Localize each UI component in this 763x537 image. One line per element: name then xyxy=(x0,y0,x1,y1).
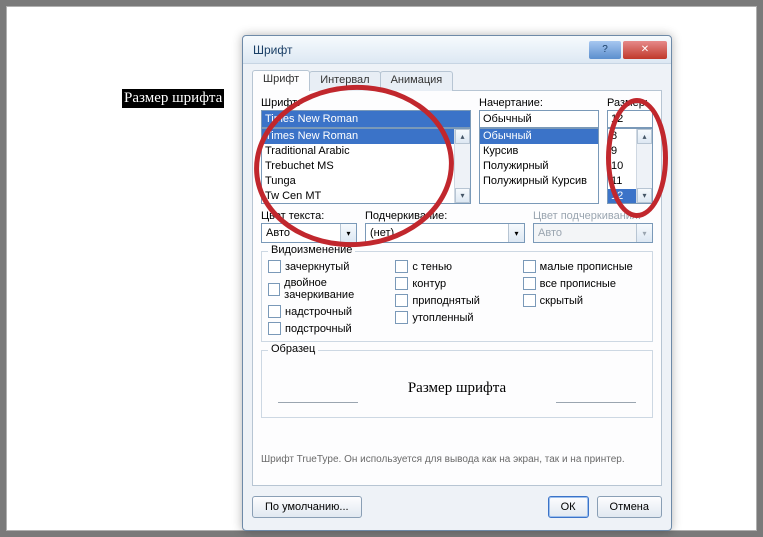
font-option[interactable]: Tunga xyxy=(262,174,454,189)
close-button[interactable]: ✕ xyxy=(623,41,667,59)
size-label: Размер: xyxy=(607,97,653,109)
font-panel: Шрифт: Times New Roman Traditional Arabi… xyxy=(252,91,662,486)
color-combo[interactable]: Авто ▾ xyxy=(261,223,357,243)
sample-preview: Размер шрифта xyxy=(272,361,642,415)
style-label: Начертание: xyxy=(479,97,599,109)
scroll-down-icon[interactable]: ▾ xyxy=(637,188,652,203)
chk-shadow[interactable]: с тенью xyxy=(395,260,518,273)
effects-legend: Видоизменение xyxy=(268,244,355,256)
sample-legend: Образец xyxy=(268,343,318,355)
effects-group: Видоизменение зачеркнутый двойное зачерк… xyxy=(261,251,653,342)
font-option[interactable]: Traditional Arabic xyxy=(262,144,454,159)
chk-hidden[interactable]: скрытый xyxy=(523,294,646,307)
tab-strip: Шрифт Интервал Анимация xyxy=(252,70,662,91)
font-input[interactable] xyxy=(261,110,471,128)
default-button[interactable]: По умолчанию... xyxy=(252,496,362,518)
color-label: Цвет текста: xyxy=(261,210,357,222)
style-option[interactable]: Обычный xyxy=(480,129,598,144)
cancel-button[interactable]: Отмена xyxy=(597,496,662,518)
style-option[interactable]: Курсив xyxy=(480,144,598,159)
chevron-down-icon: ▾ xyxy=(636,224,652,242)
selected-text[interactable]: Размер шрифта xyxy=(122,89,224,108)
size-option[interactable]: 12 xyxy=(608,189,636,203)
color-value: Авто xyxy=(262,227,340,239)
chk-outline[interactable]: контур xyxy=(395,277,518,290)
underline-color-combo: Авто ▾ xyxy=(533,223,653,243)
scroll-down-icon[interactable]: ▾ xyxy=(455,188,470,203)
chk-smallcaps[interactable]: малые прописные xyxy=(523,260,646,273)
chk-strike[interactable]: зачеркнутый xyxy=(268,260,391,273)
tab-interval[interactable]: Интервал xyxy=(309,71,380,91)
style-option[interactable]: Полужирный xyxy=(480,159,598,174)
font-dialog: Шрифт ? ✕ Шрифт Интервал Анимация Шрифт:… xyxy=(242,35,672,531)
font-listbox[interactable]: Times New Roman Traditional Arabic Trebu… xyxy=(261,128,471,204)
scrollbar[interactable]: ▴ ▾ xyxy=(636,129,652,203)
font-info: Шрифт TrueType. Он используется для выво… xyxy=(261,454,653,465)
chk-engrave[interactable]: утопленный xyxy=(395,311,518,324)
underline-label: Подчеркивание: xyxy=(365,210,525,222)
underline-color-value: Авто xyxy=(534,227,636,239)
scroll-up-icon[interactable]: ▴ xyxy=(455,129,470,144)
font-option[interactable]: Times New Roman xyxy=(262,129,454,144)
chk-emboss[interactable]: приподнятый xyxy=(395,294,518,307)
help-button[interactable]: ? xyxy=(589,41,621,59)
chk-allcaps[interactable]: все прописные xyxy=(523,277,646,290)
style-listbox[interactable]: Обычный Курсив Полужирный Полужирный Кур… xyxy=(479,128,599,204)
chevron-down-icon[interactable]: ▾ xyxy=(508,224,524,242)
size-option[interactable]: 10 xyxy=(608,159,636,174)
sample-group: Образец Размер шрифта xyxy=(261,350,653,418)
dialog-content: Шрифт Интервал Анимация Шрифт: Times New… xyxy=(252,70,662,486)
chk-subscript[interactable]: подстрочный xyxy=(268,322,391,335)
chk-superscript[interactable]: надстрочный xyxy=(268,305,391,318)
dialog-footer: По умолчанию... ОК Отмена xyxy=(252,493,662,521)
underline-combo[interactable]: (нет) ▾ xyxy=(365,223,525,243)
size-option[interactable]: 9 xyxy=(608,144,636,159)
font-label: Шрифт: xyxy=(261,97,471,109)
scrollbar[interactable]: ▴ ▾ xyxy=(454,129,470,203)
size-input[interactable] xyxy=(607,110,653,128)
ok-button[interactable]: ОК xyxy=(548,496,589,518)
tab-font[interactable]: Шрифт xyxy=(252,70,310,91)
style-option[interactable]: Полужирный Курсив xyxy=(480,174,598,189)
underline-color-label: Цвет подчеркивания: xyxy=(533,210,653,222)
style-input[interactable] xyxy=(479,110,599,128)
font-option[interactable]: Trebuchet MS xyxy=(262,159,454,174)
titlebar[interactable]: Шрифт ? ✕ xyxy=(243,36,671,64)
font-option[interactable]: Tw Cen MT xyxy=(262,189,454,203)
chevron-down-icon[interactable]: ▾ xyxy=(340,224,356,242)
size-option[interactable]: 8 xyxy=(608,129,636,144)
underline-value: (нет) xyxy=(366,227,508,239)
window-title: Шрифт xyxy=(253,43,587,57)
chk-double-strike[interactable]: двойное зачеркивание xyxy=(268,277,391,301)
sample-text: Размер шрифта xyxy=(408,380,506,397)
tab-animation[interactable]: Анимация xyxy=(380,71,454,91)
size-option[interactable]: 11 xyxy=(608,174,636,189)
size-listbox[interactable]: 8 9 10 11 12 ▴ ▾ xyxy=(607,128,653,204)
scroll-up-icon[interactable]: ▴ xyxy=(637,129,652,144)
